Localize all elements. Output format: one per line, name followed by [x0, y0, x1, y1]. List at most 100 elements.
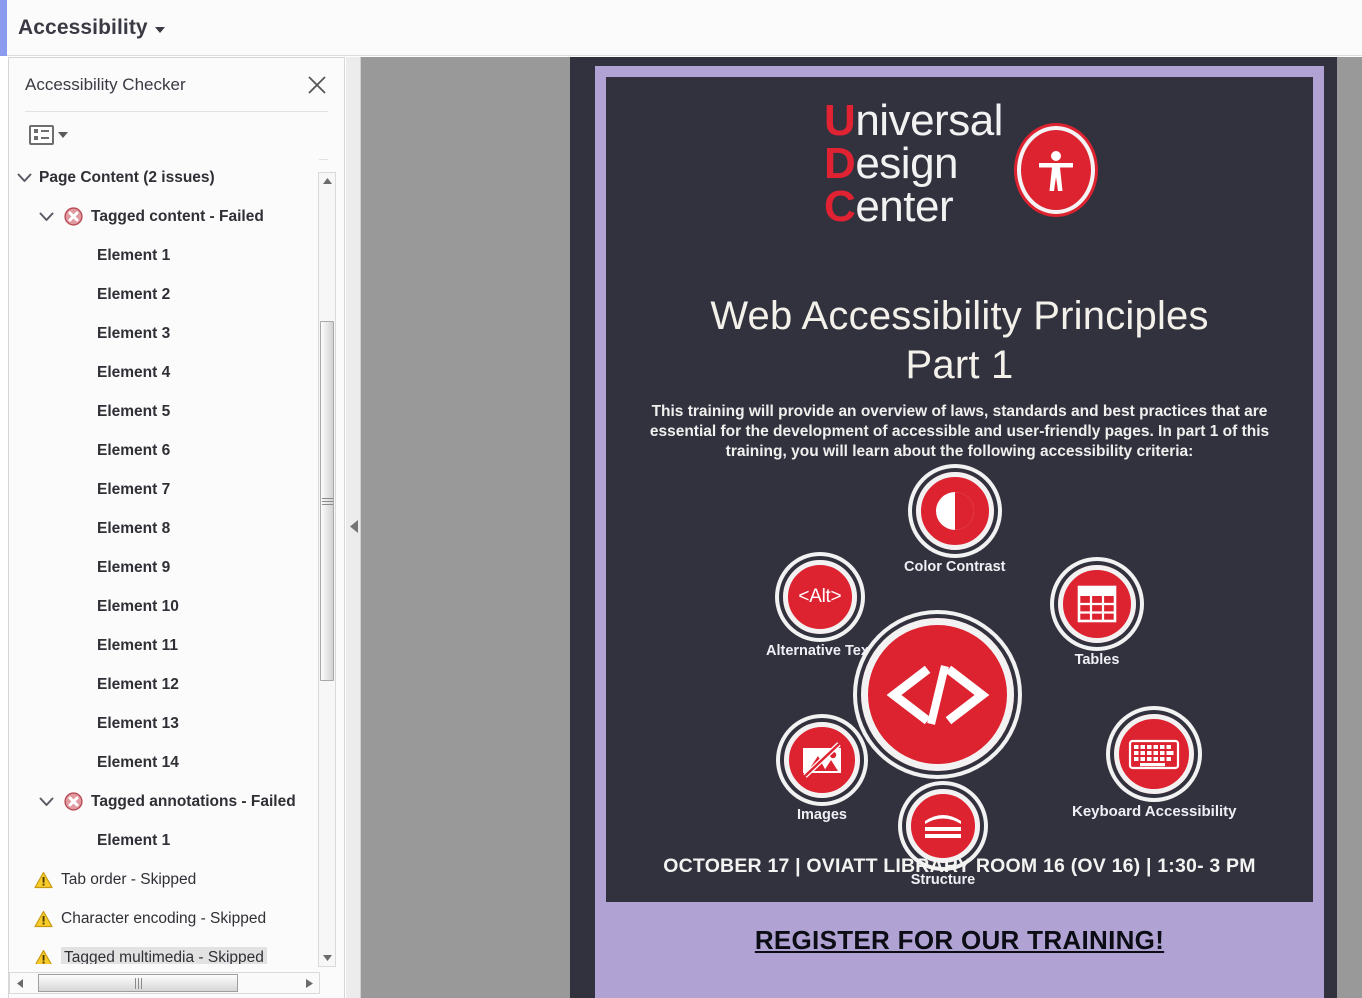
- options-menu-button[interactable]: [29, 124, 68, 145]
- topic-label: Keyboard Accessibility: [1072, 803, 1237, 820]
- list-options-icon: [29, 124, 54, 145]
- topic-alternative-text: <Alt> Alternative Text: [766, 560, 874, 659]
- alt-text-icon: <Alt>: [782, 560, 857, 634]
- close-icon[interactable]: [302, 70, 332, 100]
- tree-item[interactable]: Element 8: [9, 509, 319, 548]
- scroll-left-arrow-icon[interactable]: [10, 973, 30, 993]
- scroll-right-arrow-icon[interactable]: [299, 973, 319, 993]
- panel-splitter[interactable]: [346, 57, 361, 998]
- tree-horizontal-scrollbar[interactable]: [9, 972, 320, 994]
- tree-item-label: Tagged multimedia - Skipped: [61, 946, 267, 964]
- udc-logo-text: Universal Design Center: [824, 96, 1003, 229]
- page-description: This training will provide an overview o…: [649, 403, 1270, 460]
- register-band: REGISTER FOR OUR TRAINING!: [606, 913, 1313, 968]
- warning-status-icon: [31, 949, 55, 964]
- panel-toolbar: [9, 112, 344, 157]
- app-root: Accessibility Accessibility Checker Page…: [0, 0, 1362, 998]
- accessibility-topics-cluster: Color Contrast <Alt> Alternative Text Ta…: [606, 472, 1313, 902]
- color-contrast-icon: [915, 472, 994, 550]
- tree-vertical-scrollbar[interactable]: [318, 172, 336, 967]
- failed-status-icon: [61, 207, 85, 226]
- tree-item[interactable]: Element 6: [9, 431, 319, 470]
- tree-item[interactable]: Element 13: [9, 704, 319, 743]
- chevron-expanded-icon[interactable]: [31, 212, 61, 222]
- scrollbar-grip-icon: [134, 977, 142, 989]
- tree-item[interactable]: Tagged annotations - Failed: [9, 782, 319, 821]
- scroll-up-arrow-icon[interactable]: [319, 173, 335, 189]
- tree-item-label: Element 3: [97, 324, 171, 342]
- tree-item-label: Element 8: [97, 519, 171, 537]
- logo-line-design: Design: [824, 139, 959, 189]
- logo-line-universal: Universal: [824, 96, 1003, 145]
- tree-item[interactable]: Element 1: [9, 821, 319, 860]
- tree-item[interactable]: Page Content (2 issues): [9, 158, 319, 197]
- tree-item[interactable]: Character encoding - Skipped: [9, 899, 319, 938]
- table-icon: [1058, 565, 1136, 643]
- tree-item[interactable]: Element 7: [9, 470, 319, 509]
- page-dark-content: Universal Design Center Web Accessibilit…: [606, 77, 1313, 902]
- document-viewer[interactable]: Universal Design Center Web Accessibilit…: [361, 57, 1362, 998]
- tree-item[interactable]: Element 10: [9, 587, 319, 626]
- code-brackets-icon: [861, 618, 1014, 771]
- keyboard-icon: [1114, 714, 1195, 794]
- topic-tables: Tables: [1058, 565, 1136, 668]
- tree-item[interactable]: Element 14: [9, 743, 319, 782]
- chevron-expanded-icon[interactable]: [31, 797, 61, 807]
- pdf-page: Universal Design Center Web Accessibilit…: [570, 57, 1337, 998]
- topic-label: Images: [797, 807, 847, 823]
- tree-item[interactable]: Element 3: [9, 314, 319, 353]
- topic-label: Color Contrast: [904, 559, 1006, 575]
- menu-item-label: Accessibility: [18, 15, 148, 39]
- chevron-down-icon: [58, 131, 68, 138]
- horizontal-scrollbar-thumb[interactable]: [38, 974, 238, 992]
- tree-item[interactable]: Element 4: [9, 353, 319, 392]
- tree-item[interactable]: Tagged multimedia - Skipped: [9, 938, 319, 964]
- page-title-line1: Web Accessibility Principles: [710, 294, 1209, 338]
- tree-item-label: Element 10: [97, 597, 179, 615]
- tree-item-label: Element 13: [97, 714, 179, 732]
- tree-item-label: Page Content (2 issues): [39, 168, 215, 186]
- menu-item-accessibility[interactable]: Accessibility: [18, 16, 165, 40]
- register-link[interactable]: REGISTER FOR OUR TRAINING!: [755, 925, 1164, 956]
- panel-title: Accessibility Checker: [25, 74, 186, 94]
- tree-item-label: Element 5: [97, 402, 171, 420]
- tree-item[interactable]: Element 2: [9, 275, 319, 314]
- chevron-down-icon: [154, 26, 165, 33]
- tree-item[interactable]: Element 12: [9, 665, 319, 704]
- topic-keyboard-accessibility: Keyboard Accessibility: [1072, 714, 1237, 820]
- page-title: Web Accessibility Principles Part 1: [636, 292, 1283, 390]
- tree-item-label: Tagged content - Failed: [91, 207, 264, 225]
- event-details: OCTOBER 17 | OVIATT LIBRARY ROOM 16 (OV …: [663, 855, 1256, 877]
- warning-status-icon: [31, 910, 55, 928]
- issues-tree[interactable]: Page Content (2 issues) Tagged content - …: [9, 158, 319, 964]
- alt-text-label: <Alt>: [798, 586, 842, 607]
- tree-item[interactable]: Element 11: [9, 626, 319, 665]
- page-title-line2: Part 1: [905, 342, 1014, 387]
- scrollbar-grip-icon: [321, 497, 333, 505]
- udc-logo: Universal Design Center: [606, 96, 1313, 229]
- tree-item-label: Character encoding - Skipped: [61, 909, 267, 927]
- horizontal-scrollbar-track[interactable]: [30, 973, 299, 993]
- failed-status-icon: [61, 792, 85, 811]
- page-purple-frame: Universal Design Center Web Accessibilit…: [595, 66, 1324, 998]
- topic-color-contrast: Color Contrast: [904, 472, 1006, 575]
- tree-item-label: Element 12: [97, 675, 179, 693]
- tree-item[interactable]: Element 9: [9, 548, 319, 587]
- tree-item-label: Element 11: [97, 636, 178, 654]
- topic-code: [861, 618, 1014, 771]
- vertical-scrollbar-thumb[interactable]: [320, 321, 334, 681]
- tree-item-label: Element 14: [97, 753, 179, 771]
- tree-item[interactable]: Element 5: [9, 392, 319, 431]
- scroll-down-arrow-icon[interactable]: [319, 950, 335, 966]
- tree-item-label: Element 4: [97, 363, 171, 381]
- tree-item-label: Tab order - Skipped: [61, 870, 197, 888]
- collapse-panel-arrow-icon[interactable]: [349, 519, 360, 533]
- tree-item-label: Element 1: [97, 831, 171, 849]
- topic-images: Images: [784, 722, 860, 823]
- chevron-expanded-icon[interactable]: [9, 173, 39, 183]
- tree-item-label: Tagged annotations - Failed: [91, 792, 296, 810]
- tree-item[interactable]: Element 1: [9, 236, 319, 275]
- tree-item-label: Element 7: [97, 480, 171, 498]
- tree-item[interactable]: Tagged content - Failed: [9, 197, 319, 236]
- tree-item[interactable]: Tab order - Skipped: [9, 860, 319, 899]
